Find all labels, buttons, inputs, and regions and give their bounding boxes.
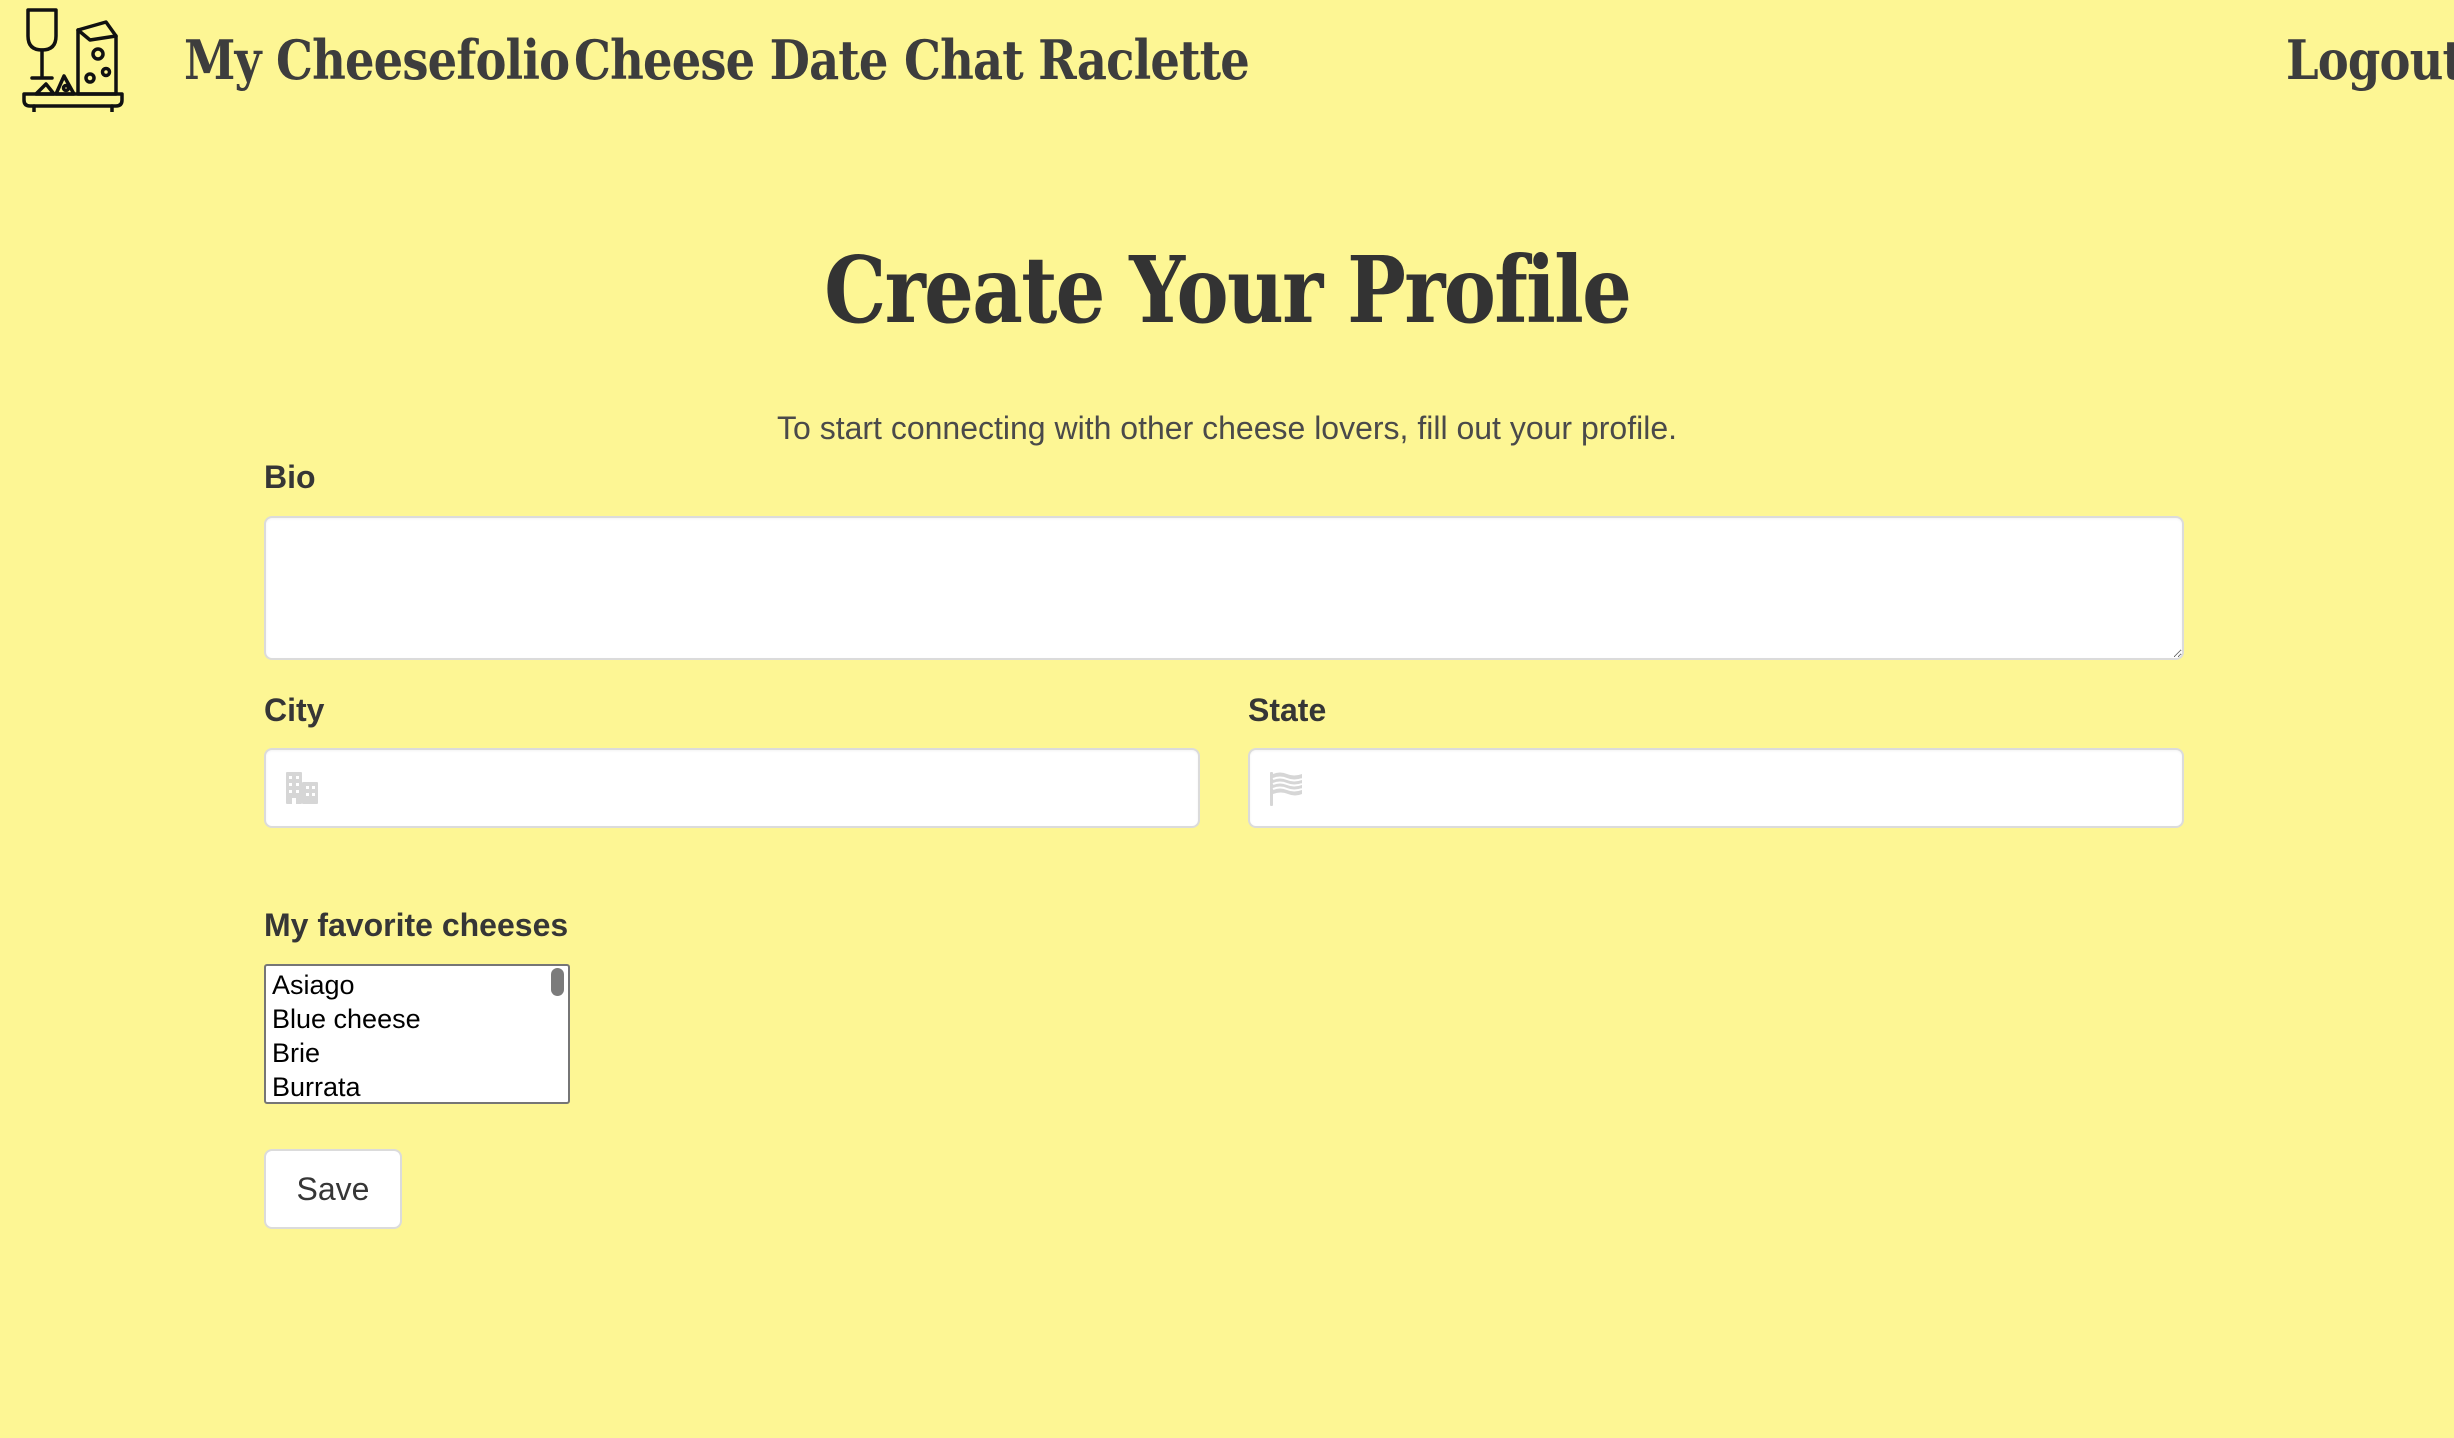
save-button[interactable]: Save: [264, 1149, 402, 1229]
cheese-options: Asiago Blue cheese Brie Burrata: [266, 966, 568, 1102]
city-icon: [282, 768, 322, 808]
state-field: [1248, 748, 2184, 828]
bio-label: Bio: [264, 459, 316, 495]
nav-cheese-date[interactable]: Cheese Date: [574, 20, 888, 100]
page-subtitle: To start connecting with other cheese lo…: [777, 410, 1677, 446]
city-label: City: [264, 692, 325, 728]
logout-link[interactable]: Logout: [2286, 20, 2454, 100]
cheese-option-brie[interactable]: Brie: [266, 1036, 568, 1070]
nav-my-cheesefolio[interactable]: My Cheesefolio: [184, 20, 570, 100]
state-label: State: [1248, 692, 1327, 728]
cheese-option-burrata[interactable]: Burrata: [266, 1070, 568, 1102]
city-input[interactable]: [264, 748, 1200, 828]
favorite-cheeses-label: My favorite cheeses: [264, 907, 569, 943]
city-field: [264, 748, 1200, 828]
flag-icon: [1266, 768, 1306, 808]
nav-chat-raclette[interactable]: Chat Raclette: [904, 20, 1250, 100]
state-input[interactable]: [1248, 748, 2184, 828]
select-scrollbar[interactable]: [551, 968, 564, 996]
cheese-option-asiago[interactable]: Asiago: [266, 968, 568, 1002]
cheese-option-blue-cheese[interactable]: Blue cheese: [266, 1002, 568, 1036]
page-title-text: Create Your Profile: [823, 236, 1632, 344]
navbar: My Cheesefolio Cheese Date Chat Raclette…: [0, 0, 2454, 125]
bio-textarea[interactable]: [264, 516, 2184, 660]
favorite-cheeses-select[interactable]: Asiago Blue cheese Brie Burrata: [264, 964, 570, 1104]
page-title: Create Your Profile: [0, 230, 2454, 350]
cheese-logo-icon[interactable]: [20, 6, 126, 114]
